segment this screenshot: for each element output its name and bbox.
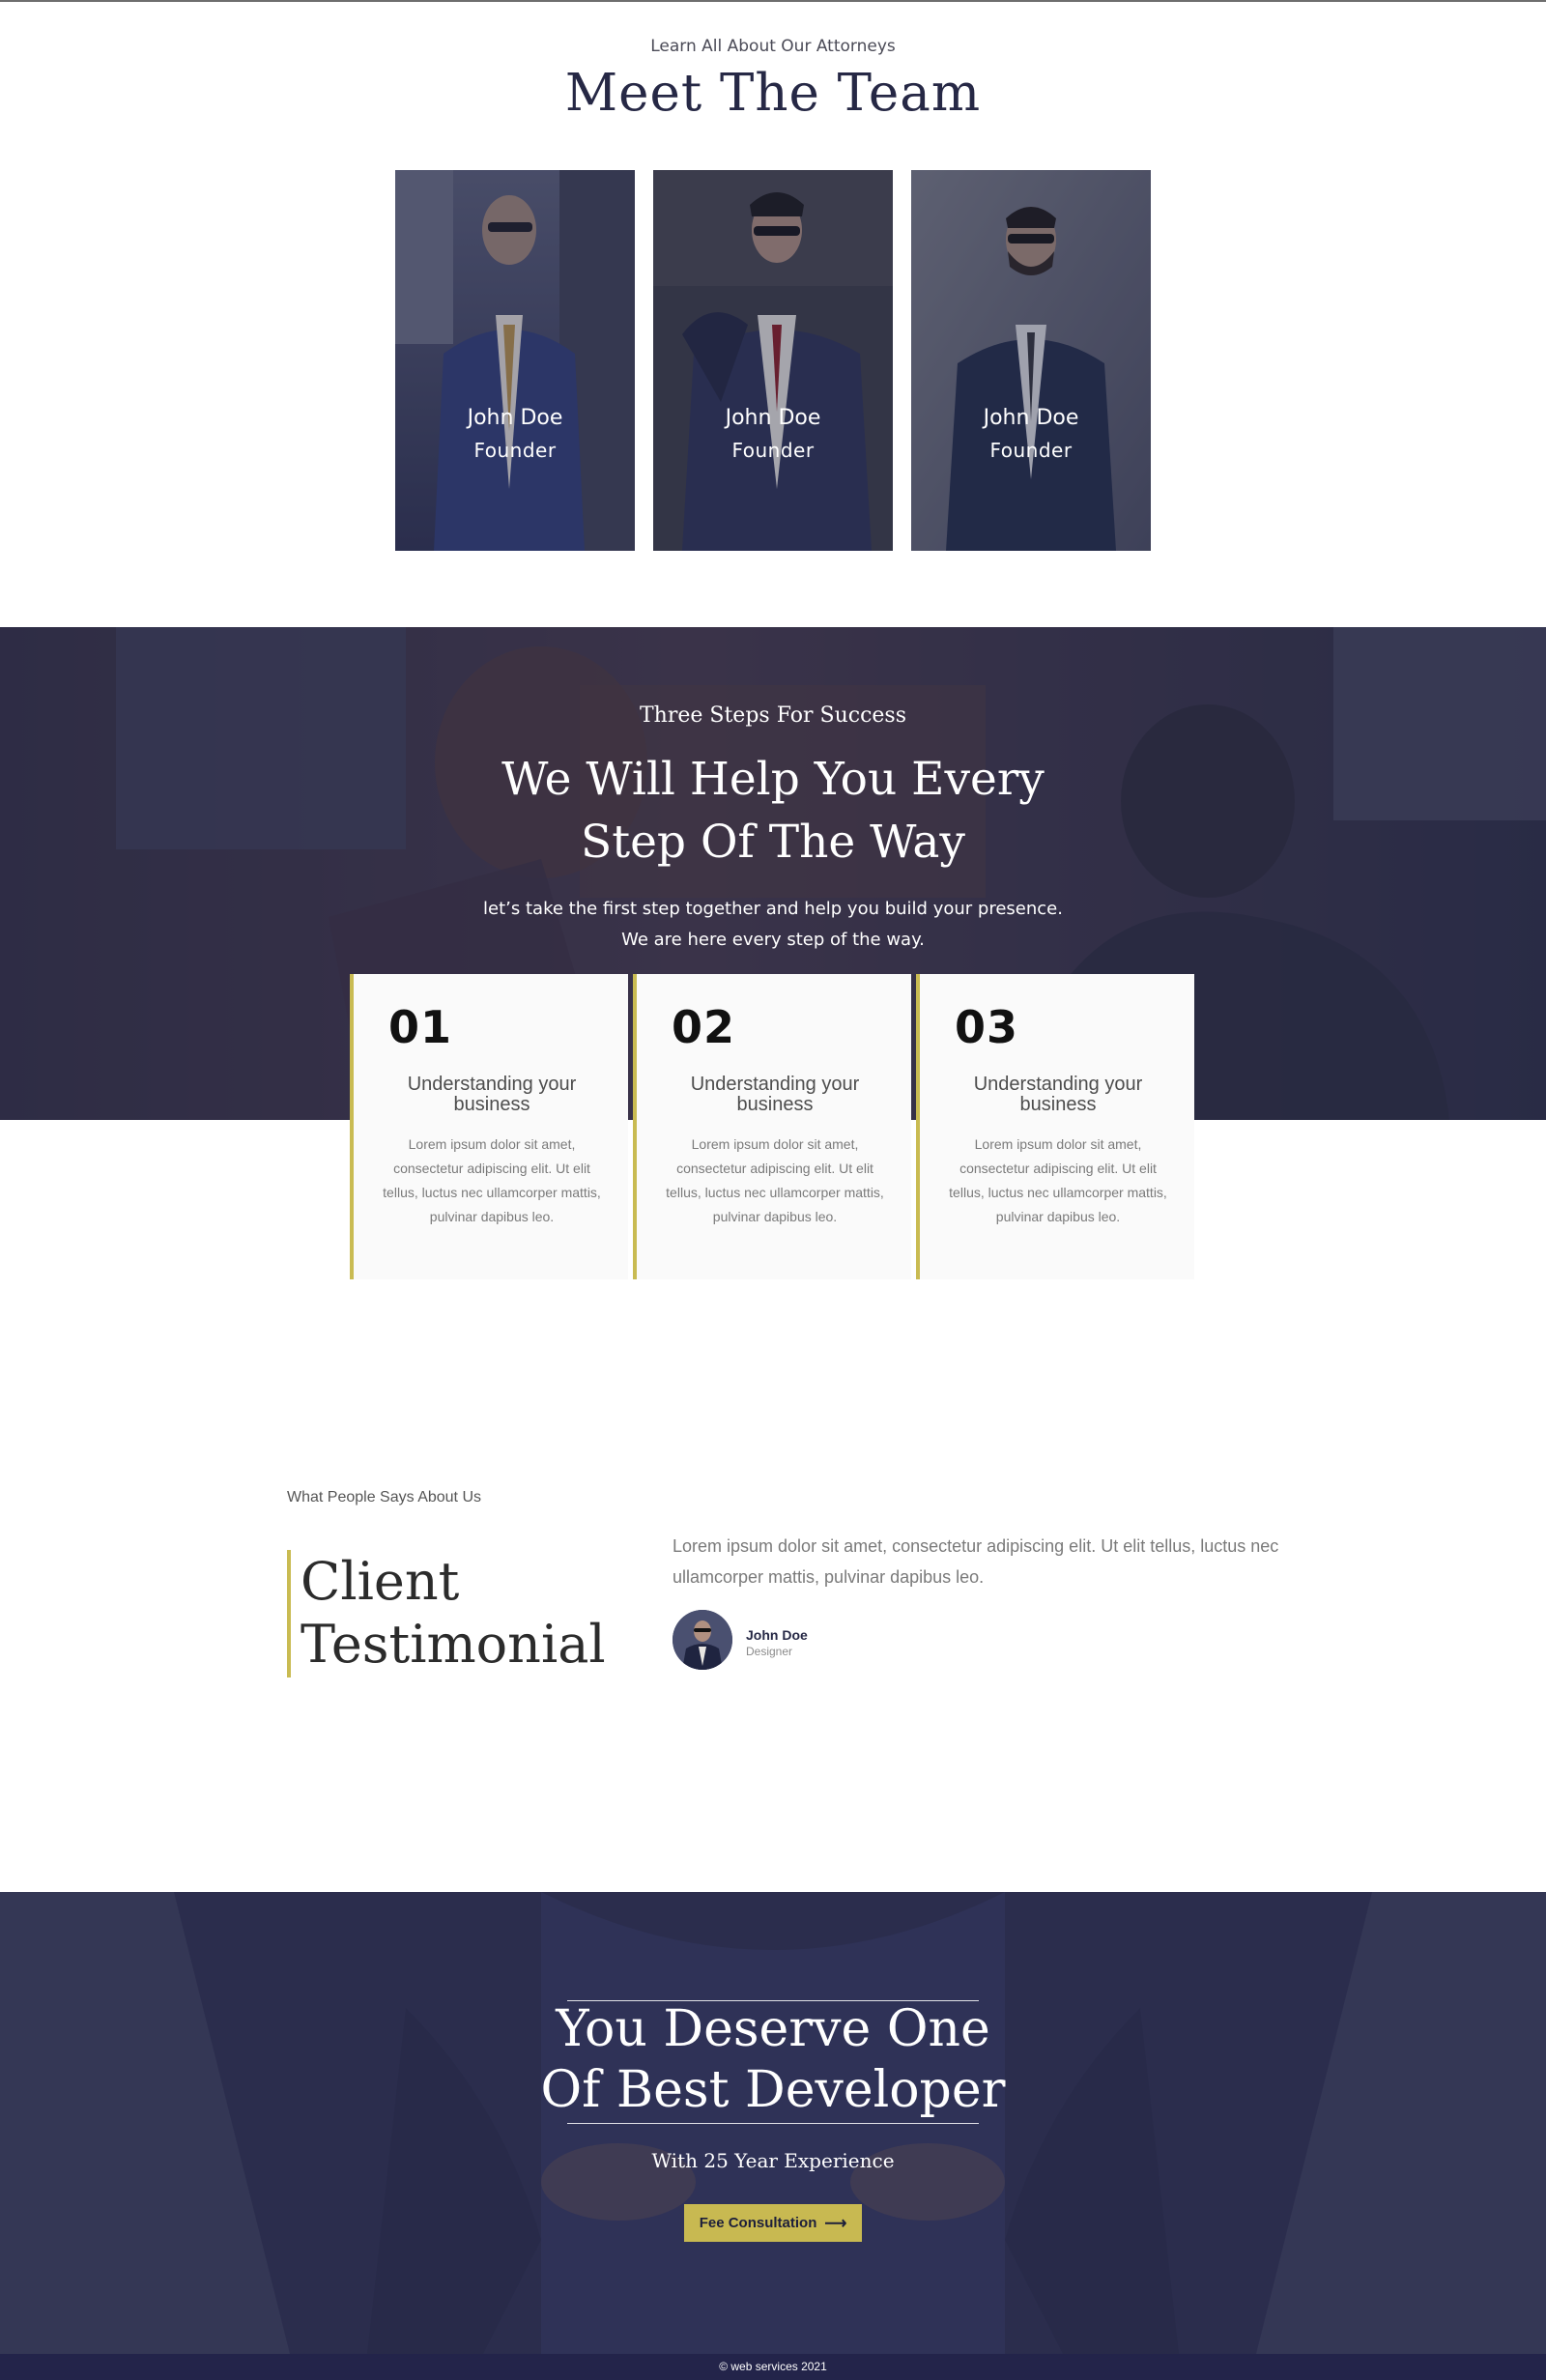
testimonial-author-role: Designer — [746, 1645, 793, 1658]
steps-title-line: Step Of The Way — [581, 816, 965, 869]
testimonial-quote: Lorem ipsum dolor sit amet, consectetur … — [673, 1536, 1279, 1587]
steps-description: let’s take the first step together and h… — [0, 894, 1546, 956]
member-name: John Doe — [467, 406, 563, 430]
step-number: 02 — [672, 1001, 736, 1053]
cta-bottom-rule — [567, 2123, 979, 2124]
step-card: 02 Understanding your business Lorem ips… — [633, 974, 911, 1279]
steps-description-line: We are here every step of the way. — [621, 930, 925, 950]
photo-overlay — [653, 170, 893, 551]
member-name: John Doe — [725, 406, 821, 430]
steps-title: We Will Help You Every Step Of The Way — [0, 748, 1546, 874]
team-card[interactable]: John Doe Founder — [395, 170, 635, 551]
cta-title-line: Of Best Developer — [540, 2061, 1006, 2119]
step-number: 01 — [388, 1001, 453, 1053]
testimonial-title-line: Client — [301, 1551, 460, 1612]
arrow-right-icon: ⟶ — [824, 2215, 847, 2232]
team-title: Meet The Team — [564, 64, 982, 123]
cta-title-line: You Deserve One — [556, 2000, 990, 2058]
steps-description-line: let’s take the first step together and h… — [483, 899, 1063, 919]
steps-eyebrow: Three Steps For Success — [640, 703, 906, 728]
step-text: Lorem ipsum dolor sit amet, consectetur … — [949, 1136, 1167, 1224]
testimonial-eyebrow: What People Says About Us — [287, 1489, 481, 1505]
step-text: Lorem ipsum dolor sit amet, consectetur … — [383, 1136, 601, 1224]
member-role: Founder — [989, 439, 1073, 462]
step-card: 01 Understanding your business Lorem ips… — [350, 974, 628, 1279]
button-label: Fee Consultation — [699, 2215, 817, 2231]
avatar — [673, 1610, 732, 1670]
photo-overlay — [911, 170, 1151, 551]
step-card: 03 Understanding your business Lorem ips… — [916, 974, 1194, 1279]
testimonial-title: Client Testimonial — [287, 1550, 606, 1677]
steps-title-line: We Will Help You Every — [501, 753, 1045, 806]
step-heading: Understanding your business — [407, 1074, 577, 1115]
member-name: John Doe — [983, 406, 1079, 430]
cta-subtitle: With 25 Year Experience — [651, 2149, 895, 2172]
step-heading: Understanding your business — [690, 1074, 860, 1115]
photo-overlay — [395, 170, 635, 551]
step-number: 03 — [955, 1001, 1019, 1053]
member-role: Founder — [731, 439, 815, 462]
footer-copyright: © web services 2021 — [0, 2354, 1546, 2380]
team-eyebrow: Learn All About Our Attorneys — [650, 37, 896, 56]
step-text: Lorem ipsum dolor sit amet, consectetur … — [666, 1136, 884, 1224]
team-card[interactable]: John Doe Founder — [653, 170, 893, 551]
fee-consultation-button[interactable]: Fee Consultation ⟶ — [684, 2204, 862, 2242]
step-heading: Understanding your business — [973, 1074, 1143, 1115]
team-card[interactable]: John Doe Founder — [911, 170, 1151, 551]
testimonial-author-name: John Doe — [746, 1627, 808, 1643]
testimonial-title-line: Testimonial — [301, 1614, 606, 1675]
top-divider — [0, 0, 1546, 2]
cta-title: You Deserve One Of Best Developer — [0, 1999, 1546, 2121]
member-role: Founder — [473, 439, 557, 462]
avatar-image — [673, 1610, 732, 1670]
